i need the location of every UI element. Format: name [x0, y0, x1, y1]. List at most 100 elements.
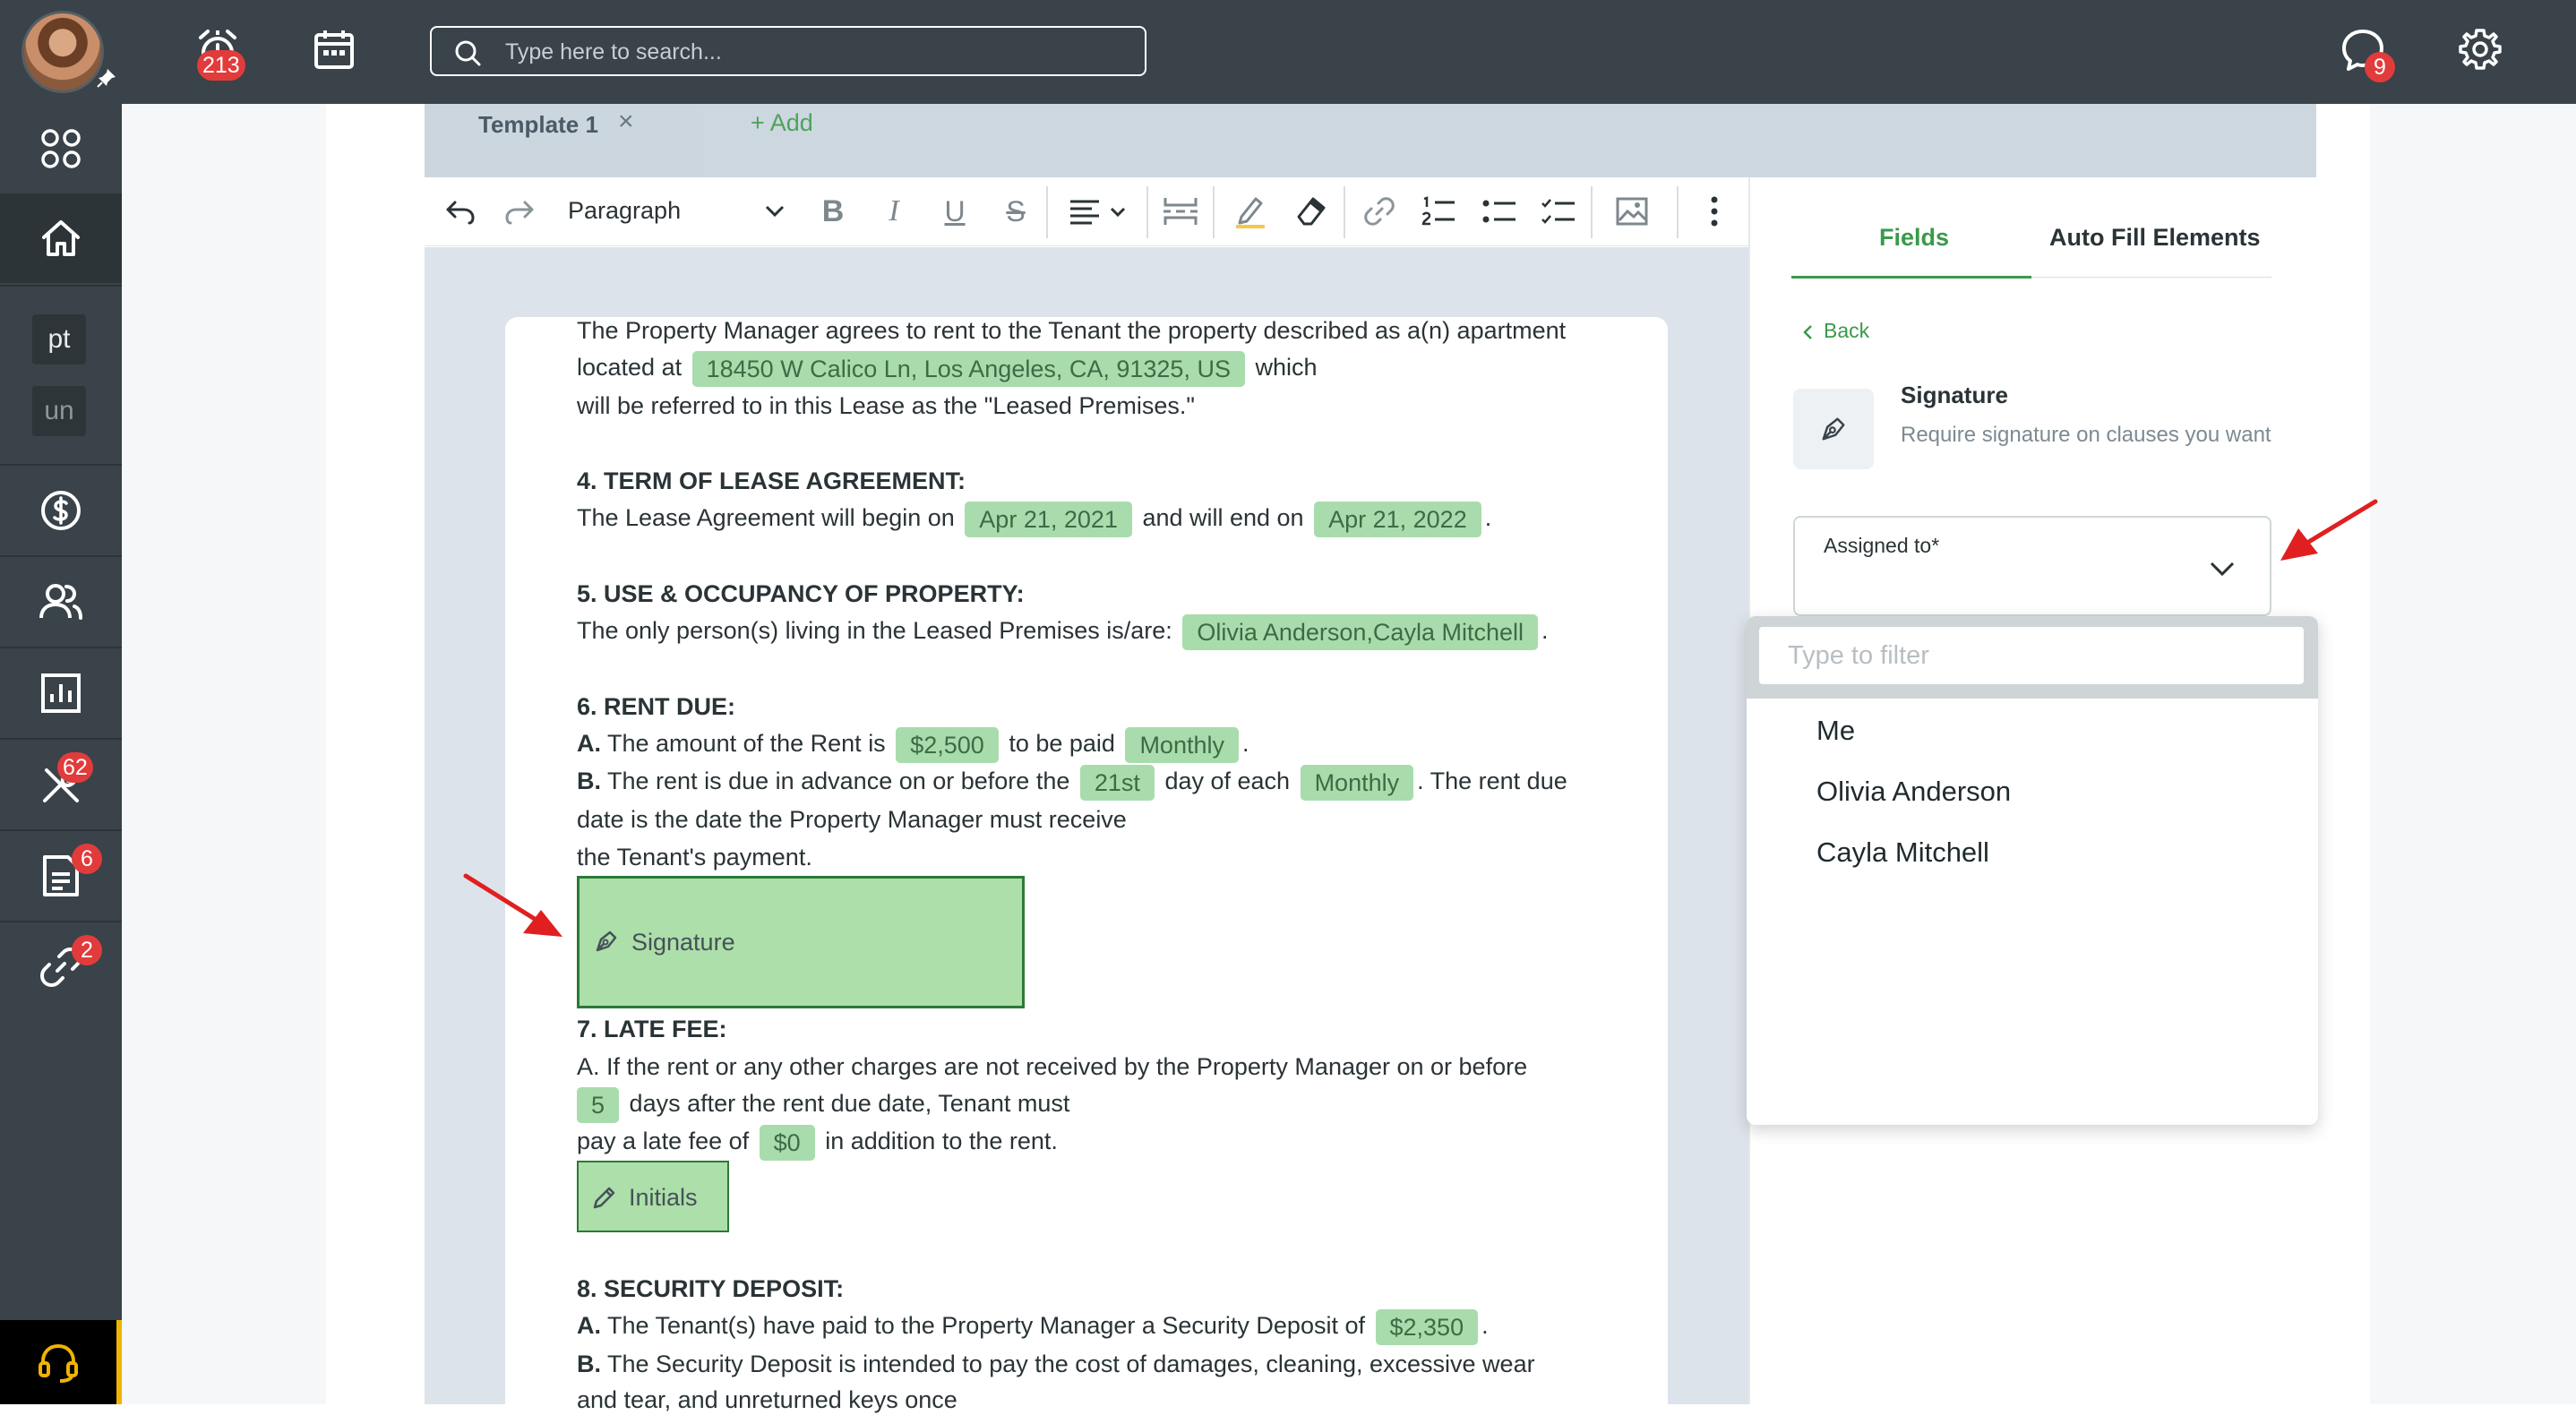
- sidebar-item-people[interactable]: [0, 557, 122, 647]
- doc-text: .: [1484, 504, 1492, 532]
- due-period-chip[interactable]: Monthly: [1300, 765, 1414, 801]
- assigned-to-label: Assigned to*: [1824, 534, 1940, 557]
- headset-icon: [39, 1343, 78, 1383]
- doc-text: and tear, and unreturned keys once: [577, 1386, 957, 1413]
- bullet-list-button[interactable]: [1480, 190, 1519, 233]
- late-days-chip[interactable]: 5: [577, 1087, 620, 1123]
- signature-field[interactable]: Signature: [577, 876, 1025, 1008]
- link-button[interactable]: [1360, 190, 1399, 233]
- maintenance-badge: 62: [57, 752, 93, 783]
- doc-text: to be paid: [1009, 730, 1115, 758]
- initials-field[interactable]: Initials: [577, 1161, 729, 1232]
- numbered-list-button[interactable]: [1419, 190, 1458, 233]
- back-button[interactable]: Back: [1802, 317, 1869, 344]
- insert-image-button[interactable]: [1612, 190, 1652, 233]
- toolbar-divider: [1213, 186, 1215, 238]
- pen-nib-icon: [1822, 417, 1845, 441]
- strikethrough-button[interactable]: S: [996, 190, 1035, 233]
- align-button[interactable]: [1064, 190, 1136, 233]
- start-date-chip[interactable]: Apr 21, 2021: [965, 502, 1132, 537]
- sidebar-item-reports[interactable]: [0, 648, 122, 738]
- doc-text: The only person(s) living in the Leased …: [577, 617, 1172, 645]
- option-cayla-mitchell[interactable]: Cayla Mitchell: [1816, 835, 1989, 870]
- page-gutter: [122, 104, 326, 1404]
- option-me[interactable]: Me: [1816, 713, 1855, 749]
- signature-field-label: Signature: [631, 929, 735, 956]
- filter-input[interactable]: [1759, 627, 2304, 684]
- tab-add[interactable]: [697, 104, 2316, 177]
- initials-field-label: Initials: [629, 1184, 698, 1211]
- doc-text: .: [1481, 1312, 1489, 1340]
- sidebar-item-apps[interactable]: [0, 104, 122, 193]
- doc-text: A.: [577, 1312, 601, 1340]
- late-fee-chip[interactable]: $0: [759, 1125, 815, 1161]
- search-input[interactable]: [503, 35, 1116, 69]
- doc-text: B.: [577, 1351, 601, 1377]
- rent-frequency-chip[interactable]: Monthly: [1125, 727, 1239, 763]
- toolbar-divider: [1344, 186, 1345, 238]
- doc-line: The only person(s) living in the Leased …: [577, 614, 1549, 650]
- page-break-icon: [1163, 198, 1198, 225]
- top-bar: [0, 0, 2576, 104]
- tab-close-button[interactable]: ×: [618, 106, 634, 138]
- gear-icon[interactable]: [2458, 27, 2503, 72]
- assigned-to-select[interactable]: Assigned to*: [1793, 516, 2271, 616]
- doc-text: days after the rent due date, Tenant mus…: [629, 1090, 1070, 1118]
- user-avatar[interactable]: [21, 11, 104, 93]
- help-button[interactable]: [0, 1320, 122, 1404]
- deposit-chip[interactable]: $2,350: [1375, 1309, 1479, 1345]
- rent-amount-chip[interactable]: $2,500: [896, 727, 999, 763]
- people-icon: [39, 584, 82, 620]
- sidebar-item-links[interactable]: [0, 922, 122, 1012]
- end-date-chip[interactable]: Apr 21, 2022: [1314, 502, 1481, 537]
- due-day-chip[interactable]: 21st: [1079, 765, 1155, 801]
- doc-text: The Lease Agreement will begin on: [577, 504, 955, 532]
- doc-line: pay a late fee of $0 in addition to the …: [577, 1125, 1058, 1161]
- align-left-icon: [1070, 200, 1126, 225]
- sidebar-item-accounting[interactable]: [0, 466, 122, 555]
- bold-button[interactable]: B: [813, 190, 853, 233]
- pencil-icon: [593, 1187, 615, 1209]
- more-options-button[interactable]: [1696, 190, 1732, 233]
- section-heading: 5. USE & OCCUPANCY OF PROPERTY:: [577, 580, 1025, 607]
- occupants-chip[interactable]: Olivia Anderson,Cayla Mitchell: [1182, 614, 1538, 650]
- italic-button[interactable]: I: [874, 190, 914, 233]
- page-gutter: [2370, 104, 2576, 1404]
- doc-text: which: [1255, 354, 1318, 382]
- option-olivia-anderson[interactable]: Olivia Anderson: [1816, 774, 2011, 810]
- underline-button[interactable]: U: [935, 190, 975, 233]
- dollar-icon: [41, 491, 81, 530]
- address-chip[interactable]: 18450 W Calico Ln, Los Angeles, CA, 9132…: [691, 351, 1245, 387]
- doc-text: The Security Deposit is intended to pay …: [607, 1351, 1535, 1377]
- sidebar-item-home[interactable]: [0, 193, 122, 283]
- highlight-button[interactable]: [1231, 190, 1270, 233]
- redo-button[interactable]: [500, 190, 539, 233]
- sidebar-item-pt[interactable]: pt: [32, 314, 86, 364]
- notifications-badge: 213: [197, 50, 245, 81]
- undo-button[interactable]: [441, 190, 480, 233]
- paragraph-style-select[interactable]: Paragraph: [568, 195, 681, 226]
- chevron-down-icon[interactable]: [761, 190, 788, 233]
- calendar-icon[interactable]: [312, 27, 356, 72]
- tab-fields[interactable]: Fields: [1879, 222, 1949, 253]
- doc-text: and will end on: [1142, 504, 1304, 532]
- add-tab-button[interactable]: + Add: [751, 107, 813, 138]
- tab-auto-fill-elements[interactable]: Auto Fill Elements: [2049, 222, 2261, 253]
- sidebar-item-documents[interactable]: [0, 831, 122, 921]
- page-break-button[interactable]: [1161, 190, 1200, 233]
- section-heading: 6. RENT DUE:: [577, 693, 736, 720]
- redo-icon: [505, 201, 534, 225]
- sidebar-item-un[interactable]: un: [32, 386, 86, 436]
- documents-badge: 6: [72, 844, 102, 874]
- annotation-arrow: [2280, 499, 2378, 561]
- tab-divider: [2031, 277, 2271, 278]
- search-icon: [455, 40, 481, 66]
- chevron-down-icon: [2210, 562, 2235, 577]
- search-box[interactable]: [430, 26, 1146, 76]
- sidebar-item-maintenance[interactable]: [0, 740, 122, 829]
- checklist-button[interactable]: [1539, 190, 1578, 233]
- eraser-button[interactable]: [1292, 190, 1331, 233]
- chart-icon: [41, 673, 81, 713]
- doc-line: A. The Tenant(s) have paid to the Proper…: [577, 1309, 1489, 1345]
- field-description: Require signature on clauses you want: [1901, 423, 2271, 447]
